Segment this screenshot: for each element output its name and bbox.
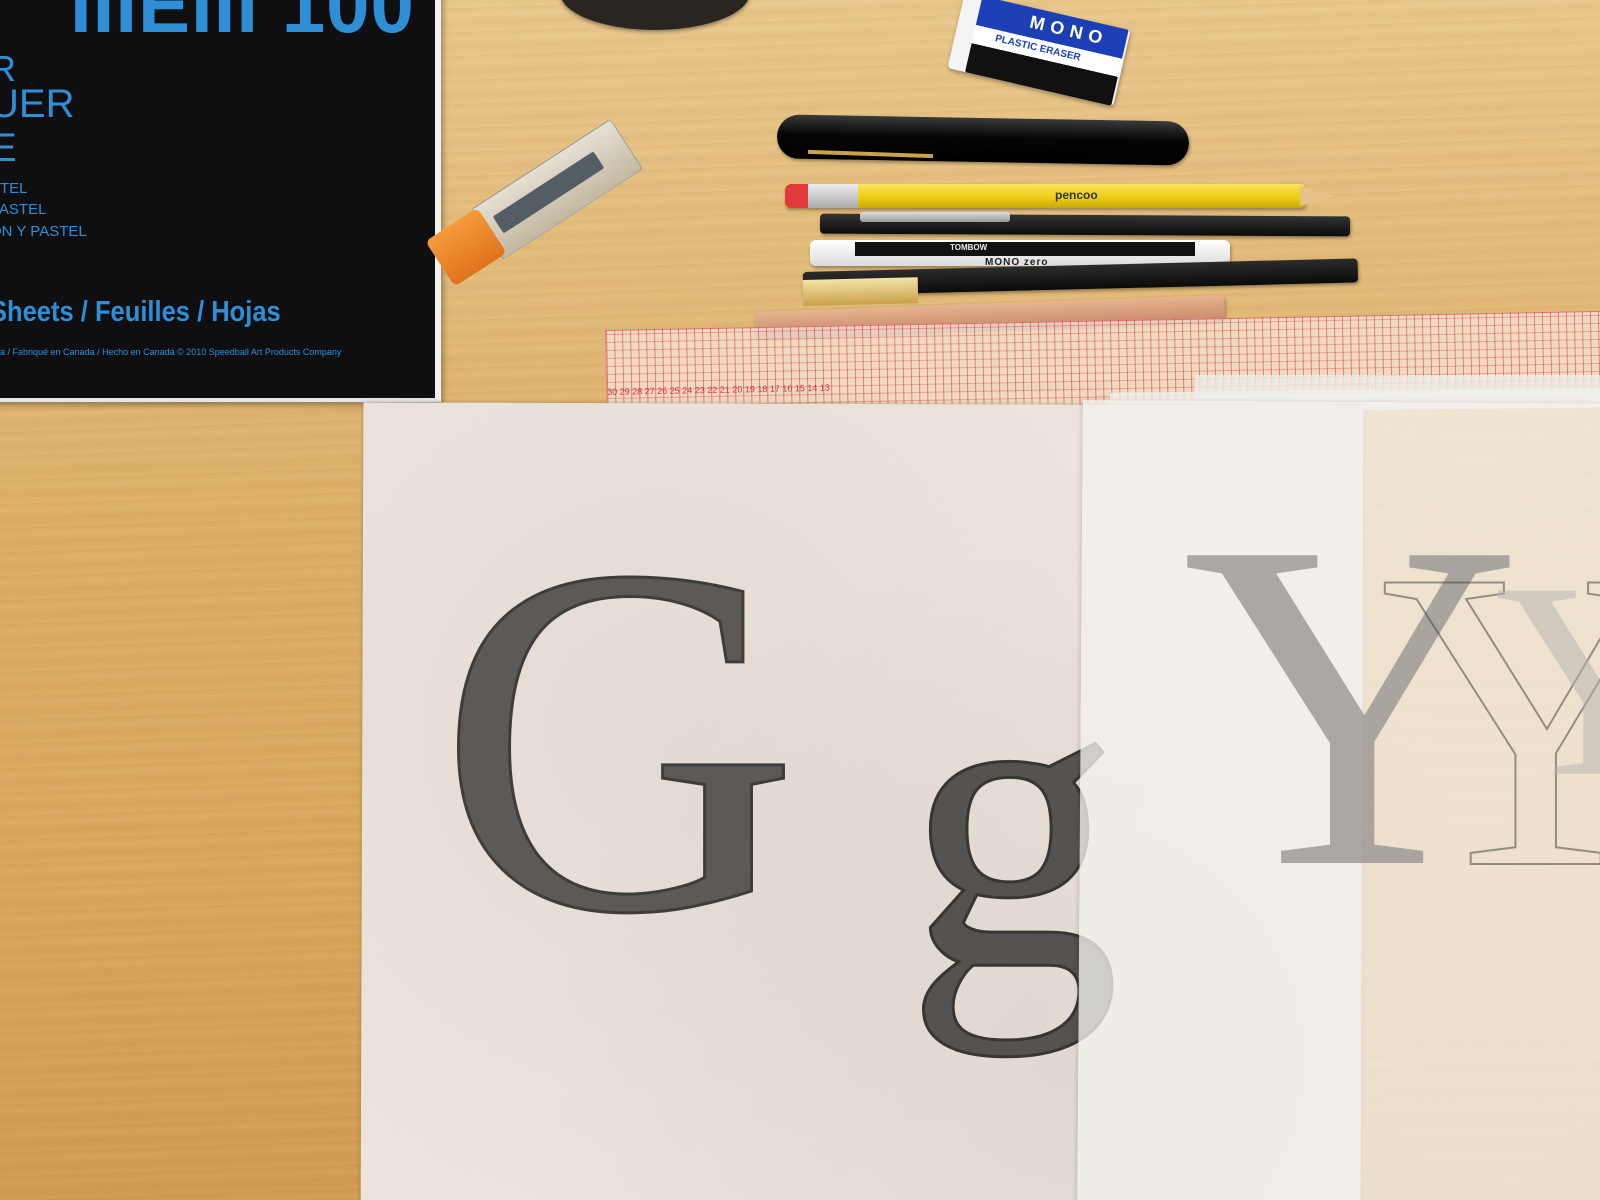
- blackwing-ferrule: [802, 277, 919, 306]
- pencil-tip: [1300, 186, 1334, 206]
- mono-eraser: MONO PLASTIC ERASER: [947, 0, 1131, 107]
- pad-line: UER: [0, 82, 75, 126]
- pad-sheets-label: Sheets / Feuilles / Hojas: [0, 296, 281, 328]
- pad-subline: STEL: [0, 180, 28, 197]
- pad-footer: ada / Fabriqué en Canada / Hecho en Cana…: [0, 347, 342, 357]
- pad-title: IIIEIII 100: [70, 0, 415, 49]
- pad-subline: ON Y PASTEL: [0, 223, 87, 240]
- mono-zero-band: [855, 242, 1195, 256]
- fountain-pen: [776, 114, 1190, 166]
- traced-letter-partial: Y: [1495, 524, 1600, 835]
- paper-pad: IIIEIII 100 R UER E STEL PASTEL ON Y PAS…: [0, 0, 441, 402]
- tape-roll: [560, 0, 750, 30]
- tombow-label: TOMBOW: [950, 243, 988, 252]
- pencil-eraser-tip: [785, 184, 810, 208]
- pencil-brand-label: pencoo: [1055, 188, 1098, 202]
- pad-subline: PASTEL: [0, 201, 47, 218]
- desk-scene: IIIEIII 100 R UER E STEL PASTEL ON Y PAS…: [0, 0, 1600, 1200]
- yellow-pencil: [785, 184, 1305, 208]
- pencil-lead-case: [424, 118, 644, 288]
- drawn-letter-uppercase: G: [436, 463, 800, 1017]
- pencil-ferrule: [808, 184, 858, 208]
- pad-line: E: [0, 126, 17, 171]
- pencil-clip: [860, 212, 1010, 222]
